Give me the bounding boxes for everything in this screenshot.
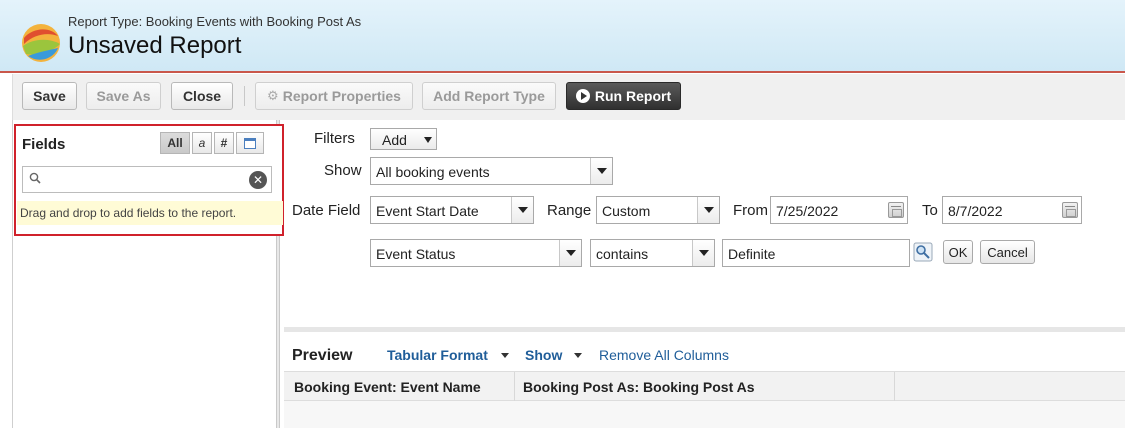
filter-operator-select[interactable]: contains — [590, 239, 715, 267]
clear-search-icon[interactable]: ✕ — [249, 171, 267, 189]
search-icon — [29, 172, 41, 184]
chevron-down-icon — [692, 240, 714, 266]
tabular-format-button[interactable]: Tabular Format — [387, 347, 488, 363]
close-button[interactable]: Close — [171, 82, 233, 110]
lookup-icon[interactable] — [913, 242, 933, 262]
report-properties-button[interactable]: ⚙ Report Properties — [255, 82, 413, 110]
to-label: To — [922, 202, 938, 219]
column-header[interactable]: Booking Post As: Booking Post As — [523, 379, 755, 395]
date-field-select[interactable]: Event Start Date — [370, 196, 534, 224]
cancel-button[interactable]: Cancel — [980, 240, 1035, 264]
app-logo-icon — [22, 24, 60, 62]
calendar-icon[interactable] — [888, 202, 904, 218]
page-header: Report Type: Booking Events with Booking… — [0, 0, 1125, 72]
filter-value-input[interactable]: Definite — [722, 239, 910, 267]
column-divider — [514, 372, 515, 401]
save-button[interactable]: Save — [22, 82, 77, 110]
column-divider — [894, 372, 895, 401]
filter-field-select[interactable]: Event Status — [370, 239, 582, 267]
field-filter-all[interactable]: All — [160, 132, 190, 154]
toolbar-separator — [244, 86, 245, 106]
run-report-button[interactable]: Run Report — [566, 82, 681, 110]
field-search-input[interactable]: ✕ — [22, 166, 272, 193]
range-label: Range — [547, 202, 592, 219]
calendar-icon — [244, 137, 256, 149]
chevron-down-icon — [424, 137, 432, 143]
field-filter-text[interactable]: a — [192, 132, 212, 154]
calendar-icon[interactable] — [1062, 202, 1078, 218]
header-divider — [0, 71, 1125, 73]
to-date-value: 8/7/2022 — [948, 203, 1003, 219]
from-date-value: 7/25/2022 — [776, 203, 839, 219]
show-label: Show — [324, 162, 362, 179]
gear-icon: ⚙ — [267, 88, 279, 103]
filter-operator-value: contains — [596, 246, 649, 262]
range-select[interactable]: Custom — [596, 196, 720, 224]
save-as-button[interactable]: Save As — [86, 82, 161, 110]
filter-value-text: Definite — [728, 246, 776, 262]
run-report-label: Run Report — [594, 88, 672, 104]
field-filter-number[interactable]: # — [214, 132, 234, 154]
show-select-value: All booking events — [376, 164, 490, 180]
left-panel-border — [12, 120, 13, 428]
ok-button[interactable]: OK — [943, 240, 973, 264]
to-date-input[interactable]: 8/7/2022 — [942, 196, 1082, 224]
report-properties-label: Report Properties — [282, 88, 401, 104]
page-title: Unsaved Report — [68, 32, 242, 59]
fields-hint: Drag and drop to add fields to the repor… — [17, 201, 283, 225]
chevron-down-icon[interactable] — [574, 353, 582, 358]
chevron-down-icon — [697, 197, 719, 223]
fields-title: Fields — [22, 136, 66, 153]
play-icon — [575, 89, 590, 103]
show-select[interactable]: All booking events — [370, 157, 613, 185]
preview-body — [284, 401, 1125, 428]
show-menu-button[interactable]: Show — [525, 347, 562, 363]
column-header[interactable]: Booking Event: Event Name — [294, 379, 481, 395]
chevron-down-icon — [590, 158, 612, 184]
field-filter-date[interactable] — [236, 132, 264, 154]
preview-toolbar: Preview Tabular Format Show Remove All C… — [284, 327, 1125, 371]
range-value: Custom — [602, 203, 651, 219]
chevron-down-icon — [559, 240, 581, 266]
chevron-down-icon — [511, 197, 533, 223]
add-filter-label: Add — [382, 132, 407, 148]
filter-field-value: Event Status — [376, 246, 456, 262]
add-report-type-button[interactable]: Add Report Type — [422, 82, 556, 110]
filters-label: Filters — [314, 130, 355, 147]
fields-panel: Fields All a # ✕ Drag and drop to add fi… — [14, 124, 284, 236]
from-date-input[interactable]: 7/25/2022 — [770, 196, 908, 224]
date-field-label: Date Field — [292, 202, 361, 219]
from-label: From — [733, 202, 768, 219]
preview-title: Preview — [292, 347, 353, 364]
chevron-down-icon[interactable] — [501, 353, 509, 358]
preview-column-header: Booking Event: Event Name Booking Post A… — [284, 371, 1125, 401]
date-field-value: Event Start Date — [376, 203, 479, 219]
report-type-label: Report Type: Booking Events with Booking… — [68, 14, 362, 29]
toolbar: Save Save As Close ⚙ Report Properties A… — [12, 74, 1125, 120]
add-filter-button[interactable]: Add — [370, 128, 437, 150]
remove-all-columns-link[interactable]: Remove All Columns — [599, 347, 729, 363]
